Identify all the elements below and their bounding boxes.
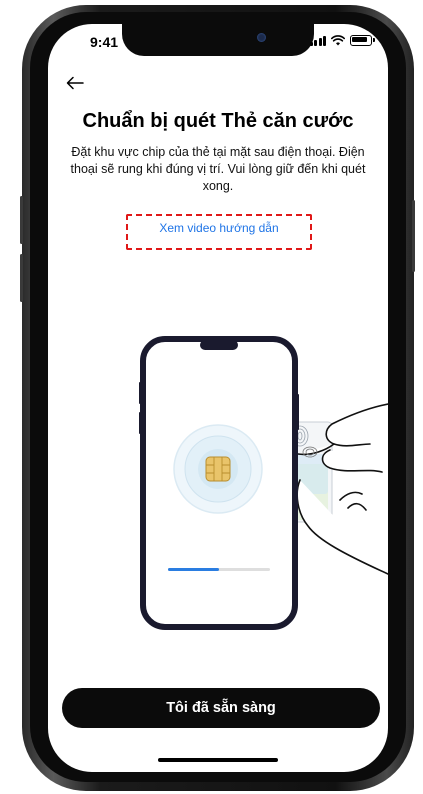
phone-screen: 9:41 Chuẩn bị quét Thẻ căn cước Đặt khu … [48,24,388,772]
phone-side-button [412,200,415,272]
notch [122,24,314,56]
watch-video-link[interactable]: Xem video hướng dẫn [126,221,312,235]
phone-side-button [20,254,23,302]
instruction-text: Đặt khu vực chip của thẻ tại mặt sau điệ… [70,145,366,193]
status-icons [309,35,375,46]
scan-progress-fill [168,568,219,571]
home-indicator [158,758,278,762]
phone-illustration [139,336,299,630]
signal-icon [309,35,326,46]
ready-button[interactable]: Tôi đã sẵn sàng [62,688,380,728]
camera-icon [257,33,266,42]
scan-illustration [139,336,388,630]
back-button[interactable] [62,70,88,96]
phone-side-button [20,196,23,244]
wifi-icon [331,35,345,46]
page-title: Chuẩn bị quét Thẻ căn cước [82,110,354,132]
arrow-left-icon [66,76,84,90]
status-time: 9:41 [90,34,119,50]
battery-icon [350,35,375,46]
